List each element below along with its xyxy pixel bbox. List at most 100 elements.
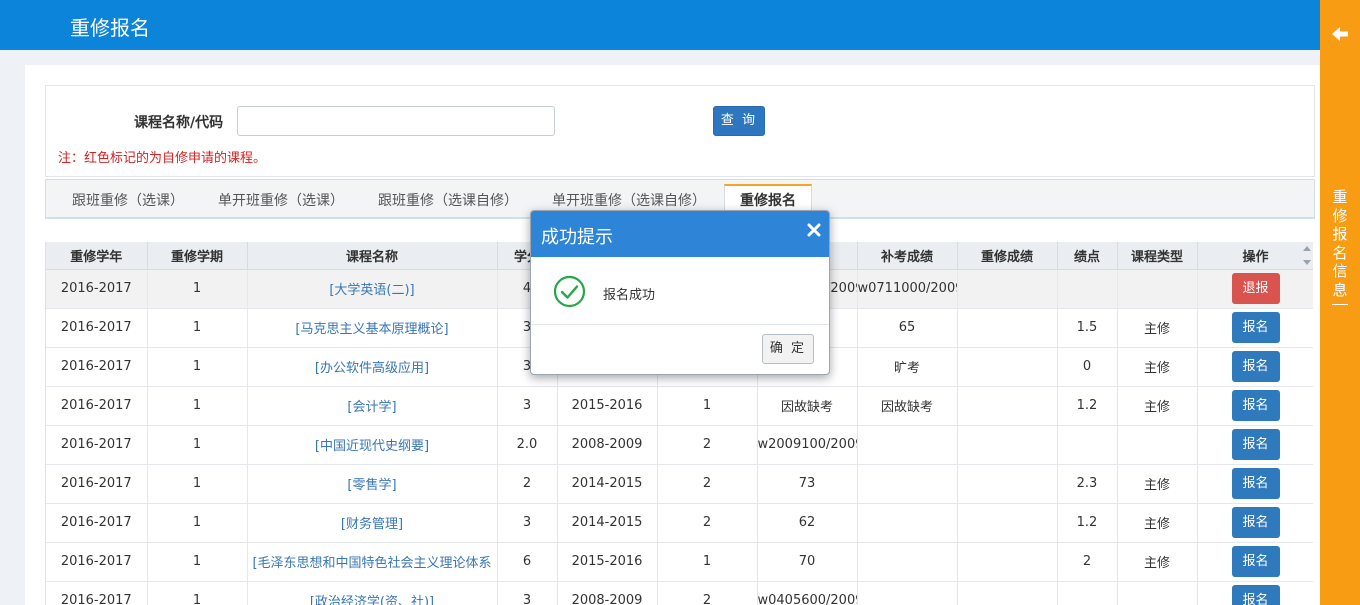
table-cell: 62 xyxy=(757,503,858,543)
table-cell: 6 xyxy=(497,542,558,582)
table-cell: 2 xyxy=(657,425,758,465)
table-cell xyxy=(857,542,958,582)
action-cell: 报名 xyxy=(1197,464,1313,504)
red-mark-note: 注：红色标记的为自修申请的课程。 xyxy=(58,151,267,166)
course-name-link[interactable]: [会计学] xyxy=(247,386,498,426)
table-cell: 1 xyxy=(657,386,758,426)
table-cell xyxy=(1057,269,1118,309)
course-name-link[interactable]: [财务管理] xyxy=(247,503,498,543)
top-header-bar: 重修报名 xyxy=(0,0,1320,50)
register-button[interactable]: 报名 xyxy=(1231,546,1280,577)
table-cell: 1.2 xyxy=(1057,386,1118,426)
table-cell: 2016-2017 xyxy=(46,464,148,504)
action-cell: 退报 xyxy=(1197,269,1313,309)
table-cell: 2 xyxy=(1057,542,1118,582)
course-name-link[interactable]: [政治经济学(资、社)] xyxy=(247,581,498,605)
column-header: 绩点 xyxy=(1057,242,1118,270)
column-header: 补考成绩 xyxy=(857,242,958,270)
table-cell xyxy=(1057,581,1118,605)
scroll-down-icon[interactable] xyxy=(1303,260,1311,265)
table-cell: w2009100/2009 xyxy=(757,425,858,465)
register-button[interactable]: 报名 xyxy=(1231,468,1280,499)
arrow-left-icon[interactable] xyxy=(1330,24,1350,44)
tab-separate-class-retake[interactable]: 单开班重修（选课） xyxy=(218,186,344,218)
register-button[interactable]: 报名 xyxy=(1231,312,1280,343)
table-cell: 2014-2015 xyxy=(557,464,658,504)
table-cell: 2016-2017 xyxy=(46,269,148,309)
action-cell: 报名 xyxy=(1197,347,1313,387)
table-cell xyxy=(857,425,958,465)
dialog-message: 报名成功 xyxy=(603,288,656,303)
table-cell: 1 xyxy=(147,464,248,504)
withdraw-button[interactable]: 退报 xyxy=(1231,273,1280,304)
course-name-link[interactable]: [办公软件高级应用] xyxy=(247,347,498,387)
action-cell: 报名 xyxy=(1197,503,1313,543)
scroll-up-icon[interactable] xyxy=(1303,246,1311,251)
table-cell: 主修 xyxy=(1117,464,1198,504)
table-cell xyxy=(957,542,1058,582)
table-cell: 1 xyxy=(147,269,248,309)
side-info-panel[interactable]: 重修报名信息 xyxy=(1320,0,1360,605)
table-cell xyxy=(1117,269,1198,309)
table-cell: 1 xyxy=(147,425,248,465)
course-name-link[interactable]: [中国近现代史纲要] xyxy=(247,425,498,465)
table-row: 2016-2017 1 [毛泽东思想和中国特色社会主义理论体系 6 2015-2016 1… xyxy=(46,542,1313,582)
side-panel-divider xyxy=(1332,304,1348,305)
table-cell: 73 xyxy=(757,464,858,504)
table-cell: 2 xyxy=(497,464,558,504)
table-cell: 3 xyxy=(497,581,558,605)
table-cell: 2 xyxy=(657,581,758,605)
register-button[interactable]: 报名 xyxy=(1231,507,1280,538)
table-cell: 2014-2015 xyxy=(557,503,658,543)
register-button[interactable]: 报名 xyxy=(1231,585,1280,605)
table-cell: 70 xyxy=(757,542,858,582)
action-cell: 报名 xyxy=(1197,386,1313,426)
table-scrollbar[interactable] xyxy=(1300,242,1314,272)
course-search-input[interactable] xyxy=(237,106,555,136)
course-name-link[interactable]: [零售学] xyxy=(247,464,498,504)
table-cell: 因故缺考 xyxy=(857,386,958,426)
table-cell xyxy=(1117,425,1198,465)
table-cell: 1 xyxy=(147,503,248,543)
register-button[interactable]: 报名 xyxy=(1231,429,1280,460)
table-cell: 主修 xyxy=(1117,503,1198,543)
table-cell: 2008-2009 xyxy=(557,425,658,465)
table-cell: 1.5 xyxy=(1057,308,1118,348)
close-icon[interactable] xyxy=(807,223,821,237)
table-row: 2016-2017 1 [会计学] 3 2015-2016 1 因故缺考 因故缺考 1.2 主修报… xyxy=(46,386,1313,426)
table-cell: 主修 xyxy=(1117,386,1198,426)
page-title: 重修报名 xyxy=(70,16,150,40)
table-cell: 2015-2016 xyxy=(557,542,658,582)
register-button[interactable]: 报名 xyxy=(1231,390,1280,421)
table-cell: 2 xyxy=(657,464,758,504)
table-row: 2016-2017 1 [政治经济学(资、社)] 3 2008-2009 2 w040560… xyxy=(46,581,1313,605)
table-cell: 1.2 xyxy=(1057,503,1118,543)
tab-follow-class-retake[interactable]: 跟班重修（选课） xyxy=(72,186,184,218)
course-name-link[interactable]: [毛泽东思想和中国特色社会主义理论体系 xyxy=(247,542,498,582)
table-cell xyxy=(1117,581,1198,605)
column-header: 课程类型 xyxy=(1117,242,1198,270)
table-cell: 2016-2017 xyxy=(46,425,148,465)
course-name-link[interactable]: [马克思主义基本原理概论] xyxy=(247,308,498,348)
table-cell: 因故缺考 xyxy=(757,386,858,426)
table-cell: 2 xyxy=(657,503,758,543)
query-button[interactable]: 查 询 xyxy=(713,106,765,136)
table-cell: 65 xyxy=(857,308,958,348)
table-cell: 2015-2016 xyxy=(557,386,658,426)
table-row: 2016-2017 1 [中国近现代史纲要] 2.0 2008-2009 2 w200910… xyxy=(46,425,1313,465)
table-cell: 1 xyxy=(147,542,248,582)
table-cell xyxy=(957,464,1058,504)
table-cell: 2016-2017 xyxy=(46,308,148,348)
table-cell: 0 xyxy=(1057,347,1118,387)
register-button[interactable]: 报名 xyxy=(1231,351,1280,382)
table-row: 2016-2017 1 [财务管理] 3 2014-2015 2 62 1.2 主修 报名 xyxy=(46,503,1313,543)
table-cell: 3 xyxy=(497,386,558,426)
tab-follow-class-self-study[interactable]: 跟班重修（选课自修） xyxy=(378,186,518,218)
table-cell xyxy=(857,503,958,543)
table-row: 2016-2017 1 [零售学] 2 2014-2015 2 73 2.3 主修 报名 xyxy=(46,464,1313,504)
dialog-header: 成功提示 xyxy=(531,211,829,257)
side-panel-label[interactable]: 重修报名信息 xyxy=(1332,188,1348,299)
course-search-label: 课程名称/代码 xyxy=(134,115,224,131)
course-name-link[interactable]: [大学英语(二)] xyxy=(247,269,498,309)
confirm-button[interactable]: 确 定 xyxy=(762,334,814,364)
